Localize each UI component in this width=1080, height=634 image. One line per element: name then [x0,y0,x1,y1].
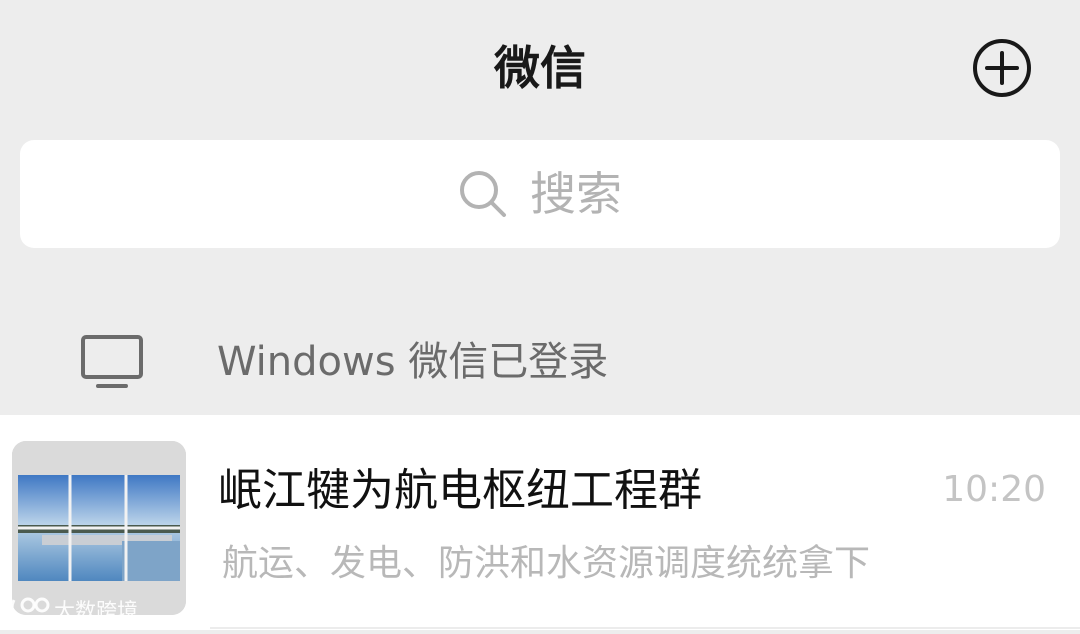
page-title: 微信 [494,41,586,95]
search-bar[interactable]: 搜索 [20,140,1060,248]
windows-login-notice[interactable]: Windows 微信已登录 [0,300,1080,415]
top-bar: 微信 [0,0,1080,135]
divider [210,627,1080,629]
group-avatar [12,441,186,615]
monitor-icon [81,335,143,388]
group-photo-avatar [12,441,186,615]
search-placeholder: 搜索 [530,167,622,221]
plus-circle-icon [973,39,1031,97]
search-icon [460,171,506,217]
watermark-text: 大数跨境 [54,599,138,623]
watermark-logo: 大数跨境 [8,590,168,630]
chat-last-message: 航运、发电、防洪和水资源调度统统拿下 [222,543,871,584]
add-button[interactable] [972,38,1032,98]
chat-timestamp: 10:20 [942,469,1046,510]
login-notice-text: Windows 微信已登录 [217,339,609,385]
chat-name: 岷江犍为航电枢纽工程群 [218,465,702,516]
